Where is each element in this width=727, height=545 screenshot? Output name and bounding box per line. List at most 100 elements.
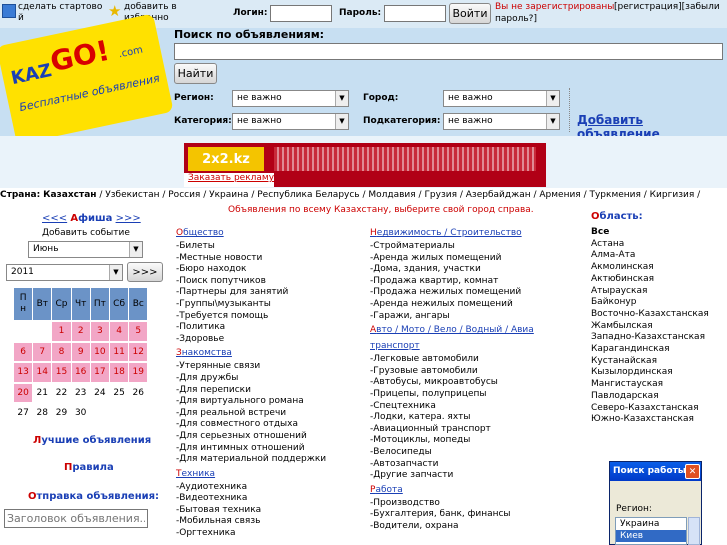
region-item[interactable]: Актюбинская — [591, 274, 726, 286]
rules-link[interactable]: Правила — [64, 462, 114, 473]
region-item[interactable]: Алма-Ата — [591, 250, 726, 262]
calendar-day[interactable]: 13 — [14, 363, 33, 382]
category-item[interactable]: -Легковые автомобили — [370, 354, 580, 366]
category-item[interactable]: -Здоровье — [176, 334, 366, 346]
region-item[interactable]: Кустанайская — [591, 356, 726, 368]
region-item[interactable]: Жамбылская — [591, 321, 726, 333]
forgot-password-link[interactable]: пароль?] — [495, 14, 537, 25]
make-start-link[interactable]: сделать стартово й — [18, 2, 108, 24]
widget-region-list[interactable]: Украина Киев — [615, 517, 687, 545]
category-item[interactable]: -Для материальной поддержки — [176, 454, 366, 466]
calendar-day[interactable]: 25 — [110, 383, 129, 402]
category-item[interactable]: -Для переписки — [176, 385, 366, 397]
category-heading[interactable]: Авто / Мото / Вело / Водный / Авиа трансп… — [370, 322, 580, 354]
category-item[interactable]: -Оргтехника — [176, 528, 366, 540]
search-button[interactable]: Найти — [174, 63, 217, 84]
category-item[interactable]: -Другие запчасти — [370, 470, 580, 482]
region-item[interactable]: Астана — [591, 239, 726, 251]
category-item[interactable]: -Гаражи, ангары — [370, 311, 580, 323]
category-item[interactable]: -Бухгалтерия, банк, финансы — [370, 509, 580, 521]
category-item[interactable]: -Продажа нежилых помещений — [370, 287, 580, 299]
region-item[interactable]: Карагандинская — [591, 344, 726, 356]
ad-title-input[interactable] — [4, 509, 148, 528]
subcategory-select[interactable]: не важно ▼ — [443, 113, 560, 130]
category-item[interactable]: -Группы\музыканты — [176, 299, 366, 311]
calendar-day[interactable]: 5 — [129, 322, 148, 341]
calendar-day[interactable]: 17 — [90, 363, 109, 382]
category-item[interactable]: -Для реальной встречи — [176, 408, 366, 420]
region-select[interactable]: не важно ▼ — [232, 90, 349, 107]
country-list[interactable]: / Узбекистан / Россия / Украина / Респуб… — [99, 190, 700, 200]
banner-ad[interactable]: 2x2.kz Заказать рекламу — [184, 143, 546, 187]
calendar-day[interactable]: 9 — [71, 342, 90, 361]
calendar-day[interactable]: 26 — [129, 383, 148, 402]
region-item[interactable]: Мангистауская — [591, 379, 726, 391]
category-heading[interactable]: Недвижимость / Строительство — [370, 225, 580, 241]
calendar-day[interactable]: 12 — [129, 342, 148, 361]
calendar-day[interactable]: 4 — [110, 322, 129, 341]
category-item[interactable]: -Автобусы, микроавтобусы — [370, 377, 580, 389]
login-input[interactable] — [270, 5, 332, 22]
calendar-day[interactable]: 23 — [71, 383, 90, 402]
category-item[interactable]: -Партнеры для занятий — [176, 287, 366, 299]
category-item[interactable]: -Утерянные связи — [176, 361, 366, 373]
region-item[interactable]: Акмолинская — [591, 262, 726, 274]
category-item[interactable]: -Автозапчасти — [370, 459, 580, 471]
widget-option-selected[interactable]: Киев — [616, 530, 686, 542]
region-item[interactable]: Павлодарская — [591, 391, 726, 403]
category-item[interactable]: -Для совместного отдыха — [176, 419, 366, 431]
category-item[interactable]: -Для серьезных отношений — [176, 431, 366, 443]
category-item[interactable]: -Аренда жилых помещений — [370, 253, 580, 265]
calendar-day[interactable]: 21 — [33, 383, 52, 402]
category-heading[interactable]: Работа — [370, 482, 580, 498]
category-item[interactable]: -Водители, охрана — [370, 521, 580, 533]
category-item[interactable]: -Для дружбы — [176, 373, 366, 385]
calendar-day[interactable]: 2 — [71, 322, 90, 341]
afisha-prev[interactable]: <<< — [42, 213, 67, 224]
calendar-day[interactable]: 10 — [90, 342, 109, 361]
calendar-day[interactable]: 20 — [14, 383, 33, 402]
search-input[interactable] — [174, 43, 723, 60]
add-event-link[interactable]: Добавить событие — [42, 228, 130, 238]
calendar-day[interactable]: 15 — [52, 363, 71, 382]
calendar-day[interactable]: 6 — [14, 342, 33, 361]
category-item[interactable]: -Местные новости — [176, 253, 366, 265]
category-item[interactable]: -Аудиотехника — [176, 482, 366, 494]
category-item[interactable]: -Поиск попутчиков — [176, 276, 366, 288]
category-heading[interactable]: Знакомства — [176, 345, 366, 361]
year-select[interactable]: 2011 ▼ — [6, 264, 123, 281]
afisha-title[interactable]: фиша — [78, 213, 112, 224]
category-select[interactable]: не важно ▼ — [232, 113, 349, 130]
category-item[interactable]: -Стройматериалы — [370, 241, 580, 253]
login-button[interactable]: Войти — [449, 3, 491, 24]
calendar-day[interactable]: 24 — [90, 383, 109, 402]
category-item[interactable]: -Билеты — [176, 241, 366, 253]
category-heading[interactable]: Техника — [176, 466, 366, 482]
best-ads-link[interactable]: Лучшие объявления — [33, 435, 151, 446]
afisha-next[interactable]: >>> — [116, 213, 141, 224]
category-heading[interactable]: Общество — [176, 225, 366, 241]
region-item[interactable]: Южно-Казахстанская — [591, 414, 726, 426]
calendar-day[interactable]: 30 — [71, 404, 90, 423]
region-item[interactable]: Северо-Казахстанская — [591, 403, 726, 415]
category-item[interactable]: -Продажа квартир, комнат — [370, 276, 580, 288]
calendar-day[interactable]: 19 — [129, 363, 148, 382]
category-item[interactable]: -Для виртуального романа — [176, 396, 366, 408]
region-item[interactable]: Западно-Казахстанская — [591, 332, 726, 344]
category-item[interactable]: -Аренда нежилых помещений — [370, 299, 580, 311]
category-item[interactable]: -Мотоциклы, мопеды — [370, 435, 580, 447]
category-item[interactable]: -Мобильная связь — [176, 516, 366, 528]
category-item[interactable]: -Бюро находок — [176, 264, 366, 276]
order-ad-link[interactable]: Заказать рекламу — [184, 173, 274, 187]
calendar-go-button[interactable]: >>> — [127, 262, 163, 282]
category-item[interactable]: -Политика — [176, 322, 366, 334]
calendar-day[interactable]: 29 — [52, 404, 71, 423]
category-item[interactable]: -Велосипеды — [370, 447, 580, 459]
calendar-day[interactable]: 1 — [52, 322, 71, 341]
category-item[interactable]: -Авиационный транспорт — [370, 424, 580, 436]
category-item[interactable]: -Бытовая техника — [176, 505, 366, 517]
category-item[interactable]: -Грузовые автомобили — [370, 366, 580, 378]
calendar-day[interactable]: 8 — [52, 342, 71, 361]
category-item[interactable]: -Дома, здания, участки — [370, 264, 580, 276]
city-select[interactable]: не важно ▼ — [443, 90, 560, 107]
